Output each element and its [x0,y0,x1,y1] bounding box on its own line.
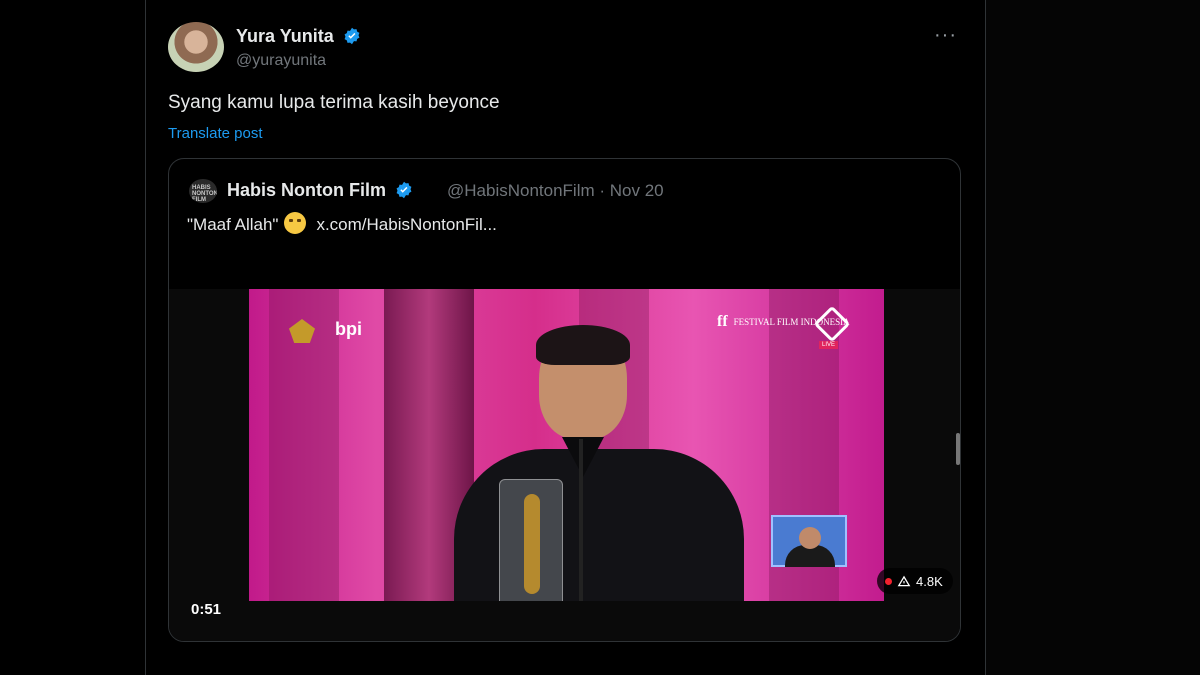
more-options-icon[interactable]: ··· [934,24,957,47]
carousel-handle[interactable] [956,433,960,465]
speaker-hair [536,325,630,365]
translate-post-link[interactable]: Translate post [168,125,263,142]
sign-language-inset [771,515,847,567]
quote-link[interactable]: x.com/HabisNontonFil... [316,215,496,234]
verified-badge-icon [344,27,360,45]
trophy [499,479,563,601]
author-handle[interactable]: @yurayunita [236,52,326,70]
post: Yura Yunita @yurayunita ··· Syang kamu l… [146,0,985,675]
left-rail [0,0,145,675]
quote-avatar-label: HABIS NONTON FILM [192,185,217,203]
views-icon [897,575,911,587]
quote-handle-date[interactable]: @HabisNontonFilm · Nov 20 [447,181,664,201]
author-name[interactable]: Yura Yunita [236,26,361,47]
quoted-post-card[interactable]: HABIS NONTON FILM Habis Nonton Film @Hab… [168,158,961,642]
video-time: 0:51 [191,601,222,618]
live-tag: LIVE [819,341,839,349]
author-name-text[interactable]: Yura Yunita [236,26,334,46]
post-text: Syang kamu lupa terima kasih beyonce [168,92,500,113]
crying-face-icon [284,212,307,234]
interpreter-head [799,527,821,549]
right-sidebar [986,0,1200,675]
quote-avatar[interactable]: HABIS NONTON FILM [189,179,217,203]
quote-author-name-text[interactable]: Habis Nonton Film [227,180,386,200]
quote-author-name[interactable]: Habis Nonton Film [227,180,413,201]
microphone [579,439,583,601]
live-dot-icon [885,577,892,585]
view-count-badge[interactable]: 4.8K [877,568,953,594]
video-frame[interactable]: bpi ff FESTIVAL FILM INDONESIA LIVE [249,289,884,601]
bpi-logo: bpi [335,319,362,339]
avatar[interactable] [168,22,224,72]
video-player[interactable]: bpi ff FESTIVAL FILM INDONESIA LIVE 0:51… [169,289,960,641]
quote-text: "Maaf Allah" x.com/HabisNontonFil... [187,212,497,235]
speaker-figure [444,325,754,601]
quote-text-body: "Maaf Allah" [187,215,279,234]
view-count: 4.8K [916,573,943,589]
speaker-body [454,449,744,601]
verified-badge-icon [396,181,412,199]
